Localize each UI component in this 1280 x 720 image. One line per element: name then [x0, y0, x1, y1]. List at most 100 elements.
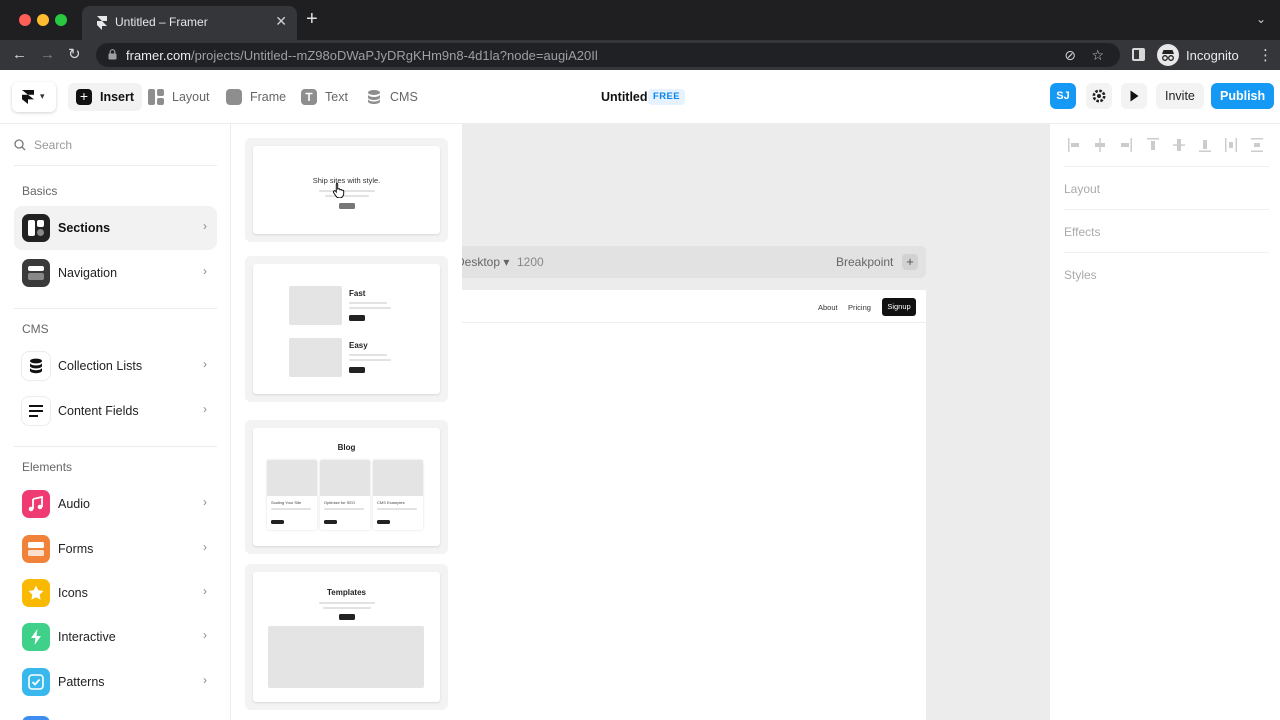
tab-close-icon[interactable]: ✕ — [275, 13, 287, 30]
group-title-basics: Basics — [22, 184, 58, 198]
feature-image — [289, 286, 342, 325]
distribute-vertical-icon[interactable] — [1251, 138, 1263, 152]
sidebar-item-label: Collection Lists — [58, 359, 143, 373]
frame-button[interactable]: Frame — [226, 83, 286, 111]
close-window-button[interactable] — [19, 14, 31, 26]
search-input[interactable] — [34, 138, 214, 152]
navigation-icon — [22, 259, 50, 287]
feature-title: Easy — [349, 341, 368, 350]
align-center-vertical-icon[interactable] — [1173, 138, 1185, 152]
features-section-template[interactable]: Fast Easy — [245, 256, 448, 402]
tracking-blocked-eye-off-icon[interactable]: ⊘ — [1064, 47, 1076, 64]
minimize-window-button[interactable] — [37, 14, 49, 26]
user-avatar[interactable]: SJ — [1050, 83, 1076, 109]
sidebar-item-navigation[interactable]: Navigation › — [14, 251, 217, 295]
templates-section-template[interactable]: Templates — [245, 564, 448, 710]
blog-card-line — [271, 508, 311, 510]
nav-signup-button[interactable]: Signup — [882, 298, 916, 316]
frame-navigation[interactable]: About Pricing Signup — [462, 290, 926, 323]
sidebar-item-forms[interactable]: Forms › — [14, 527, 217, 571]
blog-card-image — [267, 460, 317, 496]
distribute-horizontal-icon[interactable] — [1225, 138, 1237, 152]
layout-button[interactable]: Layout — [148, 83, 210, 111]
address-bar[interactable]: framer.com/projects/Untitled--mZ98oDWaPJ… — [96, 43, 1120, 67]
layout-section[interactable]: Layout — [1064, 166, 1269, 209]
breakpoint-width[interactable]: 1200 — [517, 255, 544, 269]
align-top-icon[interactable] — [1147, 138, 1159, 152]
settings-button[interactable] — [1086, 83, 1112, 109]
sidebar-item-patterns[interactable]: Patterns › — [14, 660, 217, 704]
bookmark-star-icon[interactable]: ☆ — [1091, 47, 1104, 64]
sidebar-item-label: Sections — [58, 221, 111, 235]
frame-icon — [226, 89, 242, 105]
nav-link-pricing[interactable]: Pricing — [848, 303, 871, 312]
reload-icon[interactable]: ↻ — [68, 45, 81, 65]
insert-button[interactable]: + Insert — [68, 83, 143, 111]
group-title-elements: Elements — [22, 460, 73, 474]
nav-link-about[interactable]: About — [818, 303, 838, 312]
plan-badge[interactable]: FREE — [648, 89, 685, 105]
framer-menu-button[interactable]: ▾ — [12, 82, 56, 112]
features-preview: Fast Easy — [253, 264, 440, 394]
styles-section[interactable]: Styles — [1064, 252, 1269, 295]
sidebar-item-interactive[interactable]: Interactive › — [14, 615, 217, 659]
layout-section-title: Layout — [1064, 182, 1101, 196]
breakpoint-name: Desktop — [462, 255, 501, 269]
feature-image — [289, 338, 342, 377]
hero-cta — [339, 203, 355, 209]
play-icon — [1130, 90, 1139, 102]
add-breakpoint-icon[interactable]: + — [902, 254, 918, 270]
blog-card: Optimize for SEO — [320, 460, 370, 530]
gear-icon — [1092, 89, 1106, 103]
feature-title: Fast — [349, 289, 366, 298]
effects-section[interactable]: Effects — [1064, 209, 1269, 252]
back-arrow-icon[interactable]: ← — [12, 45, 27, 65]
preview-button[interactable] — [1121, 83, 1147, 109]
feature-cta — [349, 315, 365, 321]
canvas[interactable]: Desktop ▾ 1200 Breakpoint + About Pricin… — [462, 124, 1049, 720]
frame-label: Frame — [250, 90, 287, 104]
sidebar-item-next[interactable] — [14, 708, 217, 720]
lock-icon — [108, 49, 117, 60]
browser-menu-icon[interactable]: ⋮ — [1258, 46, 1273, 64]
side-panel-icon[interactable] — [1132, 48, 1145, 61]
blog-card-title: Optimize for SEO — [324, 500, 356, 505]
sidebar-item-collection-lists[interactable]: Collection Lists › — [14, 344, 217, 388]
blog-card-title: Scaling Your Site — [271, 500, 302, 505]
cms-button[interactable]: CMS — [366, 83, 418, 111]
text-button[interactable]: Text — [301, 83, 348, 111]
divider — [14, 446, 217, 447]
project-title[interactable]: Untitled — [601, 90, 648, 104]
publish-button[interactable]: Publish — [1211, 83, 1275, 109]
maximize-window-button[interactable] — [55, 14, 67, 26]
align-center-horizontal-icon[interactable] — [1094, 138, 1106, 152]
database-icon — [366, 89, 382, 105]
sidebar-item-audio[interactable]: Audio › — [14, 482, 217, 526]
star-icon — [22, 579, 50, 607]
search-box — [14, 136, 217, 166]
tab-search-chevron-icon[interactable]: ⌄ — [1256, 12, 1266, 26]
blog-card-line — [324, 508, 364, 510]
forward-arrow-icon[interactable]: → — [40, 45, 55, 65]
sidebar-item-content-fields[interactable]: Content Fields › — [14, 389, 217, 433]
new-tab-icon[interactable]: + — [306, 9, 318, 29]
sidebar-item-sections[interactable]: Sections › — [14, 206, 217, 250]
browser-tab[interactable]: Untitled – Framer ✕ — [82, 6, 297, 40]
align-left-icon[interactable] — [1068, 138, 1080, 152]
blog-card-cta — [377, 520, 390, 524]
insert-label: Insert — [100, 90, 135, 104]
incognito-icon[interactable] — [1157, 44, 1179, 66]
desktop-frame[interactable]: About Pricing Signup — [462, 290, 926, 720]
sidebar-item-icons[interactable]: Icons › — [14, 571, 217, 615]
align-bottom-icon[interactable] — [1199, 138, 1211, 152]
hero-section-template[interactable]: Ship sites with style. — [245, 138, 448, 242]
cms-label: CMS — [390, 90, 418, 104]
blog-card: CMS Examples — [373, 460, 423, 530]
blog-section-template[interactable]: Blog Scaling Your Site Optimize for SEO … — [245, 420, 448, 554]
align-right-icon[interactable] — [1120, 138, 1132, 152]
invite-button[interactable]: Invite — [1156, 83, 1204, 109]
breakpoint-name-dropdown[interactable]: Desktop ▾ — [462, 255, 509, 269]
divider — [14, 308, 217, 309]
text-label: Text — [325, 90, 348, 104]
templates-copy-line — [319, 602, 375, 604]
